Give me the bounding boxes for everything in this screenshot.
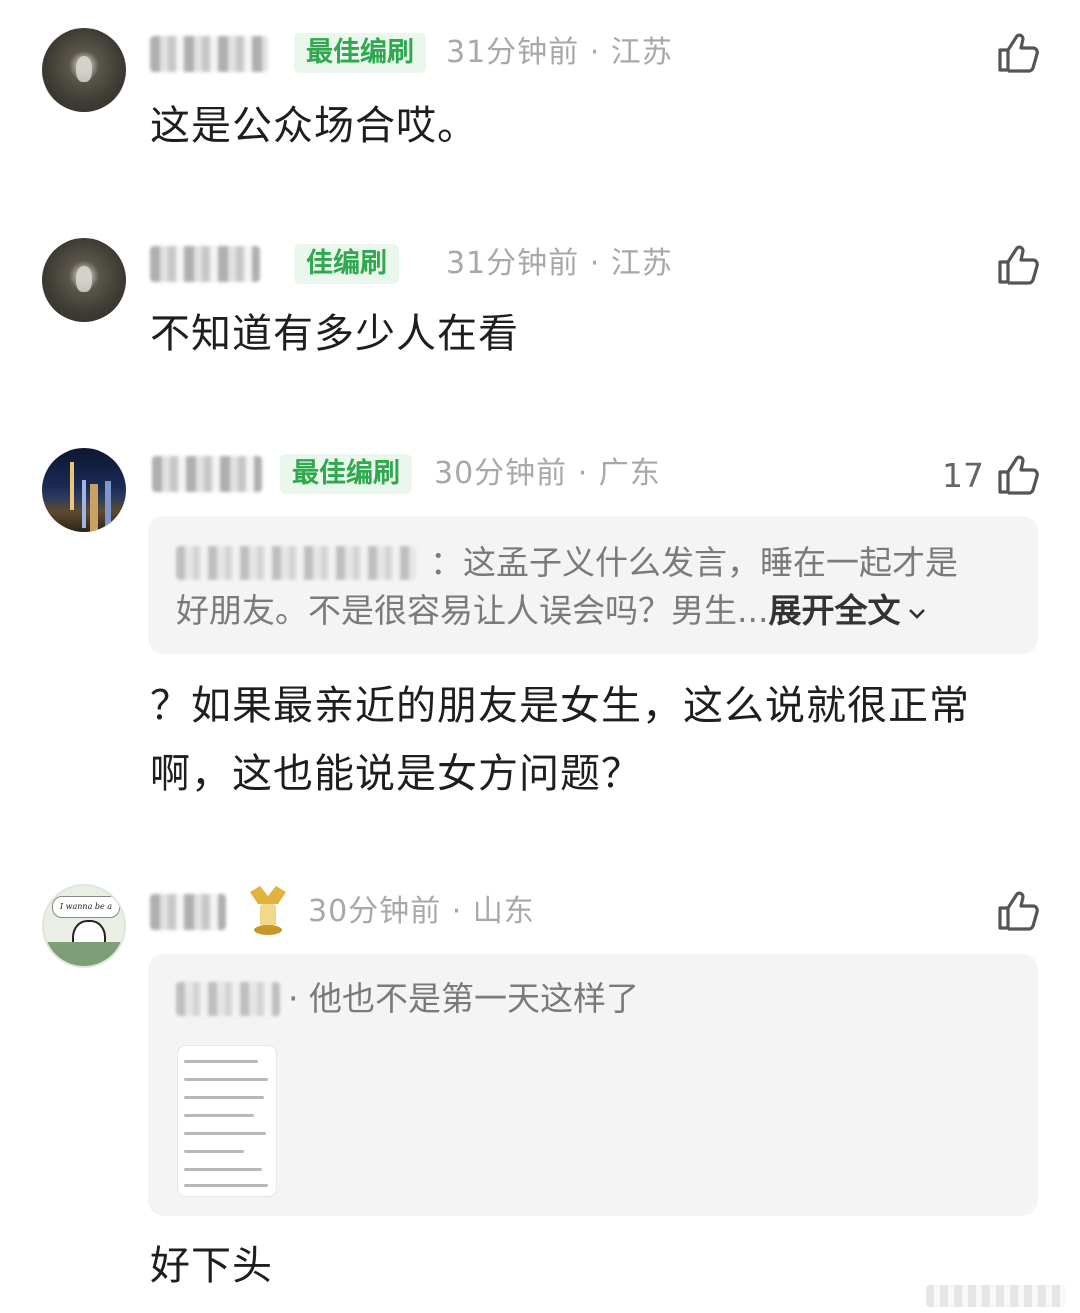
chevron-down-icon[interactable] — [906, 602, 928, 624]
comment-text: 这是公众场合哎。 — [150, 103, 478, 149]
comment-meta: 30分钟前 · 广东 — [434, 456, 661, 491]
quoted-reply[interactable]: · 他也不是第一天这样了 — [148, 954, 1038, 1216]
avatar[interactable] — [42, 28, 126, 112]
best-badge: 佳编刷 — [294, 244, 399, 284]
thumbs-up-icon[interactable] — [994, 450, 1042, 498]
username-blurred[interactable] — [150, 894, 226, 930]
gold-medal-icon — [250, 886, 286, 935]
avatar-caption: I wanna be a fish. — [52, 896, 120, 931]
avatar[interactable]: I wanna be a fish. — [42, 884, 126, 968]
comment-item: 佳编刷 31分钟前 · 江苏 不知道有多少人在看 — [0, 212, 1080, 412]
username-blurred[interactable] — [152, 456, 262, 492]
quoted-image-thumbnail[interactable] — [178, 1046, 276, 1196]
username-blurred[interactable] — [150, 246, 260, 282]
expand-link[interactable]: 展开全文 — [768, 591, 900, 630]
comment-item: 最佳编刷 31分钟前 · 江苏 这是公众场合哎。 — [0, 0, 1080, 200]
comment-meta: 30分钟前 · 山东 — [308, 894, 535, 929]
comment-text: 啊，这也能说是女方问题？ — [150, 751, 642, 797]
watermark — [926, 1285, 1066, 1307]
comment-text: 不知道有多少人在看 — [150, 311, 519, 357]
comment-item: I wanna be a fish. 30分钟前 · 山东 · 他也不是第一天这… — [0, 870, 1080, 1310]
quote-line: ：这孟子义什么发言，睡在一起才是 — [430, 543, 958, 582]
quote-line: · 他也不是第一天这样了 — [288, 979, 639, 1018]
comment-text: 好下头 — [150, 1243, 273, 1289]
thumbs-up-icon[interactable] — [994, 28, 1042, 76]
comment-meta: 31分钟前 · 江苏 — [446, 246, 673, 281]
avatar[interactable] — [42, 238, 126, 322]
quote-line: 好朋友。不是很容易让人误会吗？男生...展开全文 — [176, 588, 928, 634]
quoted-username-blurred — [176, 546, 416, 580]
username-blurred[interactable] — [150, 36, 268, 72]
comment-item: 最佳编刷 30分钟前 · 广东 17 ：这孟子义什么发言，睡在一起才是 好朋友。… — [0, 440, 1080, 840]
like-count: 17 — [942, 456, 984, 495]
avatar-grass — [44, 942, 124, 966]
thumbs-up-icon[interactable] — [994, 886, 1042, 934]
quoted-username-blurred — [176, 982, 280, 1016]
quote-line-text: 好朋友。不是很容易让人误会吗？男生... — [176, 591, 769, 630]
best-badge: 最佳编刷 — [294, 33, 426, 73]
comment-meta: 31分钟前 · 江苏 — [446, 35, 673, 70]
avatar[interactable] — [42, 448, 126, 532]
quoted-reply[interactable]: ：这孟子义什么发言，睡在一起才是 好朋友。不是很容易让人误会吗？男生...展开全… — [148, 516, 1038, 654]
thumbs-up-icon[interactable] — [994, 240, 1042, 288]
comment-text: ？如果最亲近的朋友是女生，这么说就很正常 — [150, 683, 970, 729]
best-badge: 最佳编刷 — [280, 454, 412, 494]
